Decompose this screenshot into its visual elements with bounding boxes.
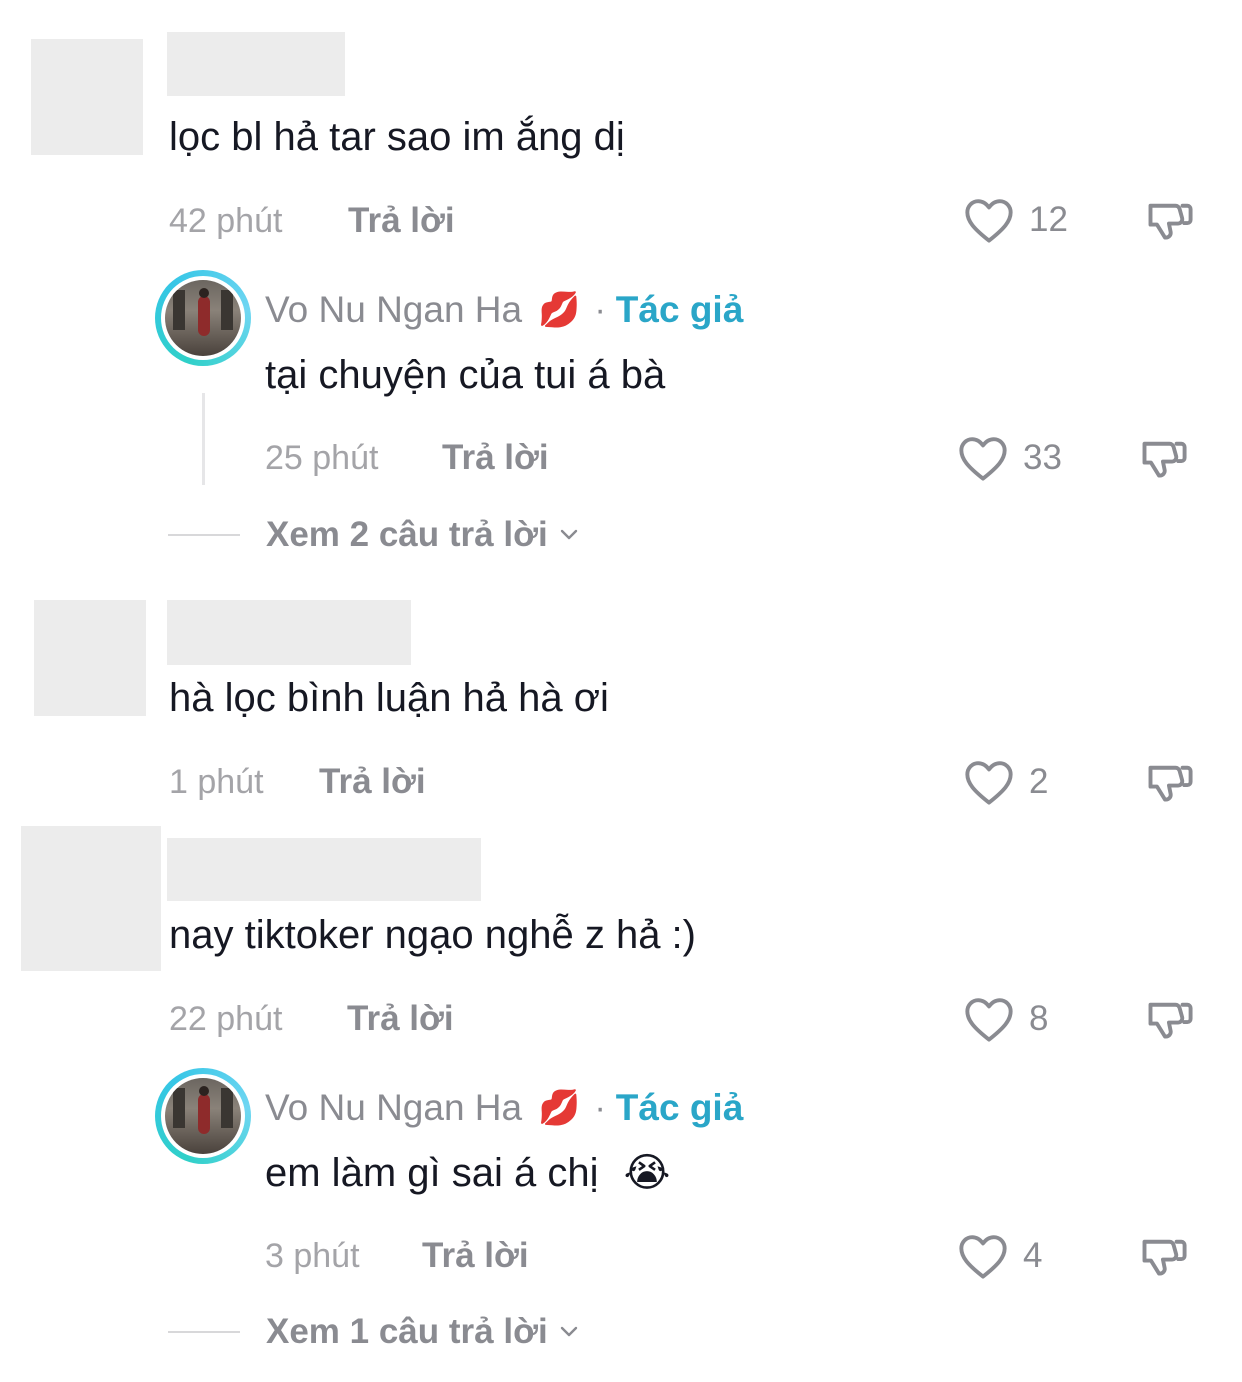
reply-author-row: Vo Nu Ngan Ha 💋 · Tác giả bbox=[265, 288, 743, 332]
dislike-button[interactable] bbox=[1143, 758, 1197, 815]
heart-outline-icon bbox=[965, 761, 1013, 805]
view-replies-button[interactable]: Xem 1 câu trả lời bbox=[168, 1312, 584, 1352]
author-badge: Tác giả bbox=[615, 289, 744, 330]
author-avatar[interactable] bbox=[155, 1068, 251, 1164]
thread-line bbox=[202, 393, 205, 485]
reply-button[interactable]: Trả lời bbox=[347, 999, 454, 1039]
comment-time: 42 phút bbox=[169, 202, 283, 240]
reply-text: em làm gì sai á chị bbox=[265, 1151, 599, 1195]
reply-button[interactable]: Trả lời bbox=[348, 201, 455, 241]
chevron-down-icon bbox=[560, 1326, 577, 1337]
lips-emoji-icon: 💋 bbox=[538, 1089, 581, 1127]
like-count: 12 bbox=[1029, 200, 1068, 239]
like-button[interactable]: 33 bbox=[957, 434, 1062, 482]
dislike-button[interactable] bbox=[1143, 995, 1197, 1052]
author-avatar[interactable] bbox=[155, 270, 251, 366]
redacted-avatar bbox=[34, 600, 146, 716]
author-badge: Tác giả bbox=[615, 1087, 744, 1128]
avatar-photo bbox=[165, 1078, 241, 1154]
redacted-username bbox=[167, 838, 481, 901]
reply-author-row: Vo Nu Ngan Ha 💋 · Tác giả bbox=[265, 1086, 743, 1130]
like-button[interactable]: 2 bbox=[963, 758, 1048, 806]
redacted-avatar bbox=[31, 39, 143, 155]
thumbs-down-outline-icon bbox=[1142, 1239, 1187, 1276]
like-count: 2 bbox=[1029, 762, 1049, 801]
heart-outline-icon bbox=[965, 199, 1013, 243]
like-button[interactable]: 4 bbox=[957, 1232, 1042, 1280]
reply-text-row: em làm gì sai á chị 😭 bbox=[265, 1149, 670, 1197]
divider bbox=[168, 534, 240, 536]
like-count: 4 bbox=[1023, 1236, 1043, 1275]
comment-text: lọc bl hả tar sao im ắng dị bbox=[169, 115, 625, 159]
avatar-photo bbox=[165, 280, 241, 356]
chevron-down-icon bbox=[560, 529, 577, 540]
like-button[interactable]: 12 bbox=[963, 196, 1068, 244]
lips-emoji-icon: 💋 bbox=[538, 291, 581, 329]
reply-time: 3 phút bbox=[265, 1237, 360, 1275]
dislike-button[interactable] bbox=[1143, 196, 1197, 253]
comment-time: 1 phút bbox=[169, 763, 264, 801]
separator-dot: · bbox=[594, 1089, 606, 1127]
like-count: 8 bbox=[1029, 999, 1049, 1038]
like-count: 33 bbox=[1023, 438, 1062, 477]
comment-text: nay tiktoker ngạo nghễ z hả :) bbox=[169, 913, 696, 957]
reply-button[interactable]: Trả lời bbox=[442, 438, 549, 478]
comment-time: 22 phút bbox=[169, 1000, 283, 1038]
heart-outline-icon bbox=[965, 998, 1013, 1042]
divider bbox=[168, 1331, 240, 1333]
thumbs-down-outline-icon bbox=[1148, 1002, 1193, 1039]
redacted-username bbox=[167, 32, 345, 96]
like-button[interactable]: 8 bbox=[963, 995, 1048, 1043]
dislike-button[interactable] bbox=[1137, 434, 1191, 491]
reply-button[interactable]: Trả lời bbox=[319, 762, 426, 802]
author-name[interactable]: Vo Nu Ngan Ha bbox=[265, 1086, 522, 1130]
separator-dot: · bbox=[594, 291, 606, 329]
comment-text: hà lọc bình luận hả hà ơi bbox=[169, 676, 609, 720]
dislike-button[interactable] bbox=[1137, 1232, 1191, 1289]
redacted-username bbox=[167, 600, 411, 665]
view-replies-button[interactable]: Xem 2 câu trả lời bbox=[168, 515, 584, 555]
reply-text: tại chuyện của tui á bà bbox=[265, 353, 666, 397]
thumbs-down-outline-icon bbox=[1142, 441, 1187, 478]
view-replies-label: Xem 1 câu trả lời bbox=[266, 1312, 548, 1351]
reply-time: 25 phút bbox=[265, 439, 379, 477]
heart-outline-icon bbox=[959, 437, 1007, 481]
author-name[interactable]: Vo Nu Ngan Ha bbox=[265, 288, 522, 332]
reply-button[interactable]: Trả lời bbox=[422, 1236, 529, 1276]
crying-emoji-icon: 😭 bbox=[623, 1151, 671, 1195]
thumbs-down-outline-icon bbox=[1148, 203, 1193, 240]
heart-outline-icon bbox=[959, 1235, 1007, 1279]
thumbs-down-outline-icon bbox=[1148, 765, 1193, 802]
redacted-avatar bbox=[21, 826, 161, 971]
view-replies-label: Xem 2 câu trả lời bbox=[266, 515, 548, 554]
